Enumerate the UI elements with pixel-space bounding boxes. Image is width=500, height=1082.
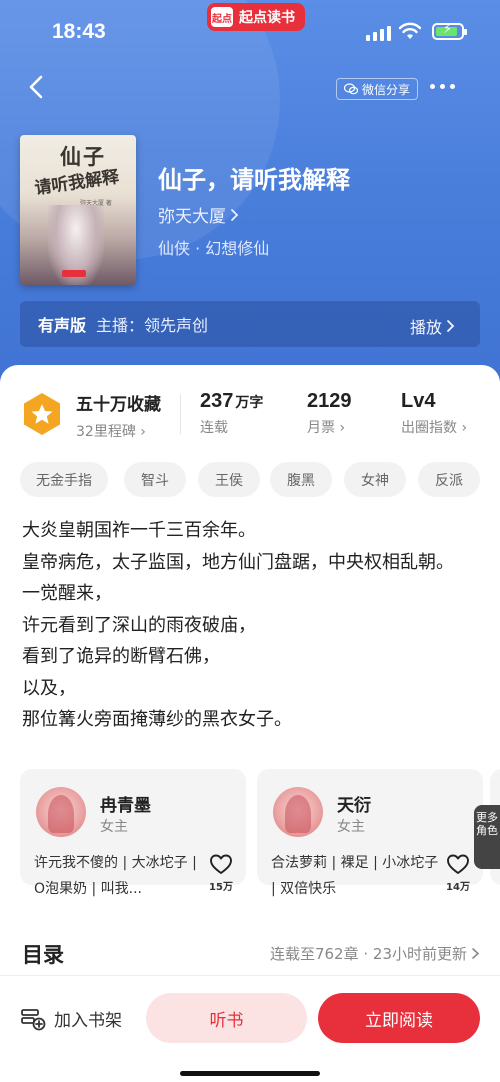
character-avatar (273, 787, 323, 837)
cover-publisher-badge (62, 270, 86, 277)
add-bookshelf-icon (21, 1008, 46, 1030)
tag-chip[interactable]: 无金手指 (20, 462, 108, 497)
heart-icon (210, 854, 232, 874)
description-line: 许元看到了深山的雨夜破庙， (22, 614, 256, 636)
chevron-right-icon (231, 208, 239, 221)
audiobook-bar[interactable]: 有声版 主播：领先声创 播放 (20, 301, 480, 347)
description-line: 皇帝病危，太子监国，地方仙门盘踞，中央权相乱朝。 (22, 551, 454, 573)
description-line: 那位篝火旁面掩薄纱的黑衣女子。 (22, 709, 292, 730)
tickets-sub: 月票 (307, 420, 335, 436)
character-avatar (36, 787, 86, 837)
wechat-share-button[interactable]: 微信分享 (336, 78, 419, 100)
tickets-value: 2129 (307, 390, 352, 412)
shelf-label: 加入书架 (54, 1011, 122, 1031)
back-button[interactable] (22, 72, 52, 102)
collection-medal-icon (24, 393, 60, 435)
wifi-icon (398, 22, 422, 39)
tag-chip[interactable]: 智斗 (124, 462, 186, 497)
words-value: 237 (200, 390, 234, 412)
like-count: 14万 (446, 882, 470, 893)
toc-update-link[interactable]: 连载至762章 · 23小时前更新 (270, 943, 480, 964)
collect-stat[interactable]: 五十万收藏 32里程碑 › (76, 390, 161, 441)
level-value: Lv4 (401, 390, 436, 412)
listen-button[interactable]: 听书 (146, 993, 307, 1043)
character-card[interactable]: 冉青墨 女主 许元我不傻的 | 大冰坨子 | O泡果奶 | 叫我... 15万 (20, 769, 246, 897)
character-name: 天衍 (337, 796, 371, 816)
home-indicator (180, 1071, 320, 1076)
tag-list: 无金手指 智斗 王侯 腹黑 女神 反派 (0, 462, 500, 498)
share-label: 微信分享 (362, 82, 411, 97)
chevron-right-icon: › (140, 424, 146, 440)
status-time: 18:43 (52, 20, 106, 43)
words-sub: 连载 (200, 420, 228, 436)
character-name: 冉青墨 (100, 796, 151, 816)
toc-update-text: 连载至762章 · 23小时前更新 (269, 945, 467, 963)
book-author-link[interactable]: 弥天大厦 (158, 202, 240, 227)
tag-chip[interactable]: 王侯 (198, 462, 260, 497)
character-role: 女主 (100, 819, 128, 835)
like-button[interactable]: 14万 (445, 853, 471, 893)
character-card[interactable]: 天衍 女主 合法萝莉 | 裸足 | 小冰坨子 | 双倍快乐 14万 (257, 769, 483, 897)
book-header: 18:43 起点 起点读书 ⚡ 微信分享 仙子 请听我解释 弥天大厦 著 仙子，… (0, 0, 500, 400)
character-role: 女主 (337, 819, 365, 835)
description-line: 大炎皇朝国祚一千三百余年。 (22, 520, 256, 541)
description-line: 一觉醒来， (22, 583, 112, 604)
description-line: 看到了诡异的断臂石佛， (22, 646, 220, 667)
chevron-right-icon (447, 320, 455, 332)
like-count: 15万 (209, 882, 233, 893)
play-button[interactable]: 播放 (410, 314, 456, 338)
tag-chip[interactable]: 女神 (344, 462, 406, 497)
book-stats: 五十万收藏 32里程碑 › 237 万字 连载 2129 月票 › Lv4 出圈指… (22, 390, 482, 440)
milestones-link[interactable]: 32里程碑 › (76, 421, 161, 441)
wechat-icon (344, 83, 358, 95)
popularity-stat[interactable]: Lv4 出圈指数 › (401, 390, 467, 437)
character-tags: 合法萝莉 | 裸足 | 小冰坨子 | 双倍快乐 (271, 855, 439, 897)
cellular-signal-icon (366, 26, 391, 41)
words-unit: 万字 (235, 394, 264, 410)
book-title: 仙子，请听我解释 (158, 166, 350, 194)
book-genre: 仙侠 · 幻想修仙 (158, 239, 270, 258)
chevron-right-icon (472, 948, 480, 959)
monthly-tickets-stat[interactable]: 2129 月票 › (307, 390, 352, 437)
divider (180, 394, 181, 434)
read-now-button[interactable]: 立即阅读 (318, 993, 480, 1043)
milestones-label: 32里程碑 (76, 424, 136, 440)
toc-title: 目录 (22, 943, 64, 967)
status-bar: 18:43 起点 起点读书 ⚡ (0, 0, 500, 60)
more-options-button[interactable] (430, 84, 455, 89)
author-name: 弥天大厦 (158, 207, 226, 227)
character-tags: 许元我不傻的 | 大冰坨子 | O泡果奶 | 叫我... (34, 855, 197, 897)
tag-chip[interactable]: 腹黑 (270, 462, 332, 497)
tag-chip[interactable]: 反派 (418, 462, 480, 497)
bottom-action-bar: 加入书架 听书 立即阅读 (0, 975, 500, 1082)
cover-title-2: 请听我解释 (33, 167, 121, 199)
collect-value: 五十万收藏 (76, 395, 161, 415)
book-description[interactable]: 大炎皇朝国祚一千三百余年。 皇帝病危，太子监国，地方仙门盘踞，中央权相乱朝。 一… (22, 515, 482, 736)
add-to-shelf-button[interactable]: 加入书架 (20, 1006, 122, 1031)
like-button[interactable]: 15万 (208, 853, 234, 893)
word-count-stat: 237 万字 连载 (200, 390, 263, 437)
heart-icon (447, 854, 469, 874)
chevron-right-icon: › (457, 420, 468, 436)
app-logo-icon: 起点 (211, 7, 233, 27)
narrator-text: 主播：领先声创 (96, 316, 209, 335)
level-sub: 出圈指数 (401, 420, 457, 436)
book-cover[interactable]: 仙子 请听我解释 弥天大厦 著 (20, 135, 136, 285)
battery-icon: ⚡ (432, 22, 467, 40)
app-badge-label: 起点读书 (239, 10, 295, 26)
table-of-contents-row[interactable]: 目录 连载至762章 · 23小时前更新 (22, 939, 482, 971)
description-line: 以及， (22, 677, 76, 699)
app-badge: 起点 起点读书 (207, 3, 305, 31)
audiobook-label: 有声版 (38, 316, 87, 335)
chevron-right-icon: › (335, 420, 346, 436)
play-label: 播放 (409, 318, 442, 337)
more-characters-button[interactable]: 更多角色 (474, 805, 500, 869)
